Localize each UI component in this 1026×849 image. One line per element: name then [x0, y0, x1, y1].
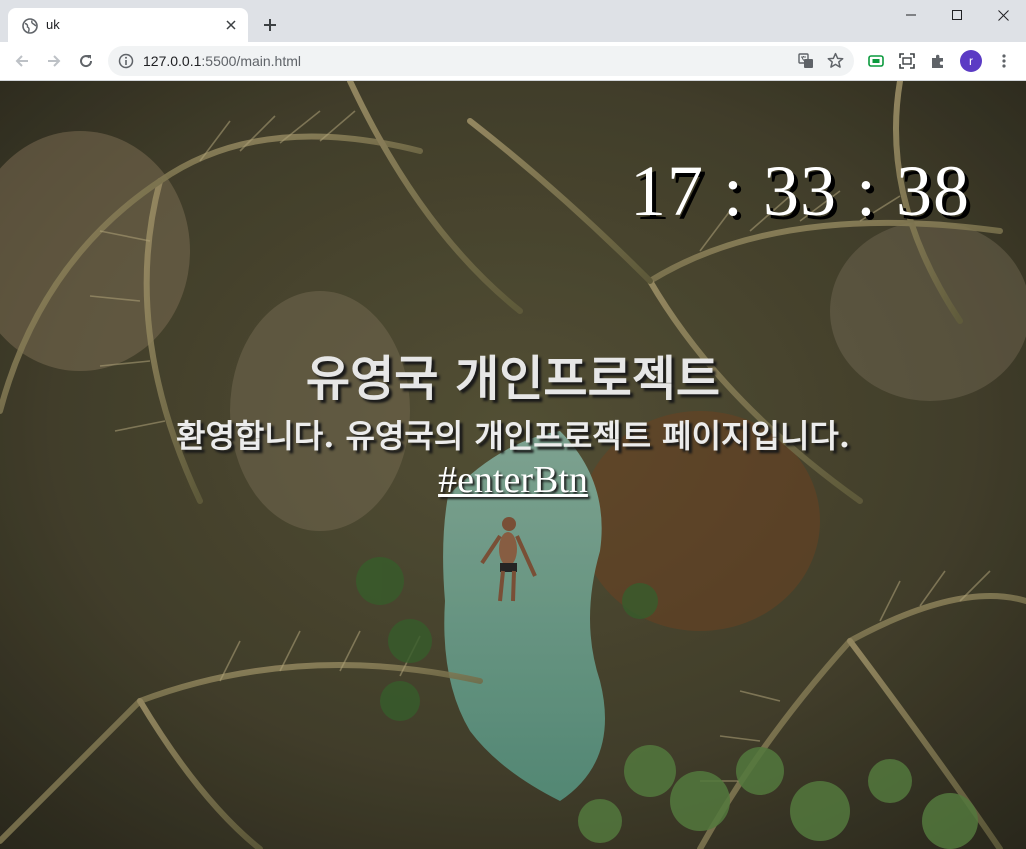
extension-green-icon	[868, 55, 884, 67]
profile-avatar[interactable]: r	[960, 50, 982, 72]
tab-strip: uk	[0, 0, 1026, 42]
close-icon	[997, 9, 1009, 21]
url-text[interactable]: 127.0.0.1:5500/main.html	[143, 53, 301, 69]
page-title: 유영국 개인프로젝트	[305, 351, 721, 407]
tab-close-icon[interactable]	[222, 16, 240, 34]
puzzle-icon	[932, 54, 943, 68]
browser-toolbar: 127.0.0.1:5500/main.html r	[0, 42, 1026, 81]
tab-active[interactable]: uk	[8, 8, 248, 42]
forward-button[interactable]	[40, 47, 68, 75]
globe-icon	[22, 18, 38, 34]
arrow-left-icon	[15, 55, 28, 67]
screen-capture-button[interactable]	[893, 47, 921, 75]
back-button[interactable]	[8, 47, 36, 75]
address-bar[interactable]: 127.0.0.1:5500/main.html	[108, 46, 854, 76]
new-tab-button[interactable]	[258, 13, 282, 37]
extension-button[interactable]	[862, 47, 890, 75]
maximize-icon	[952, 10, 962, 20]
browser-window: uk 127.0.0.1:5500/main.html r 17: 33: …	[0, 0, 1026, 849]
maximize-button[interactable]	[934, 0, 980, 30]
minimize-icon	[906, 14, 916, 16]
clock-display: 17 : 33 : 38	[629, 151, 970, 231]
reload-icon	[80, 55, 93, 68]
welcome-message: 환영합니다. 유영국의 개인프로젝트 페이지입니다.	[176, 417, 850, 455]
minimize-button[interactable]	[888, 0, 934, 30]
bookmark-star-icon[interactable]	[827, 52, 844, 69]
tab-title: uk	[46, 17, 60, 32]
url-host: 127.0.0.1	[143, 53, 202, 69]
info-icon[interactable]	[118, 53, 134, 69]
translate-icon[interactable]	[798, 53, 814, 69]
arrow-right-icon	[48, 55, 61, 67]
reload-button[interactable]	[72, 47, 100, 75]
page-viewport: 17 : 33 : 38 유영국 개인프로젝트 환영합니다. 유영국의 개인프로…	[0, 81, 1026, 849]
kebab-menu-icon	[1002, 54, 1006, 68]
close-window-button[interactable]	[980, 0, 1026, 30]
plus-icon	[264, 19, 276, 31]
extensions-button[interactable]	[924, 47, 952, 75]
enter-link-wrapper: #enterBtn	[0, 458, 1026, 502]
menu-button[interactable]	[990, 47, 1018, 75]
enter-button[interactable]: #enterBtn	[438, 459, 588, 501]
screen-capture-icon	[899, 53, 915, 69]
url-path: :5500/main.html	[201, 53, 301, 69]
